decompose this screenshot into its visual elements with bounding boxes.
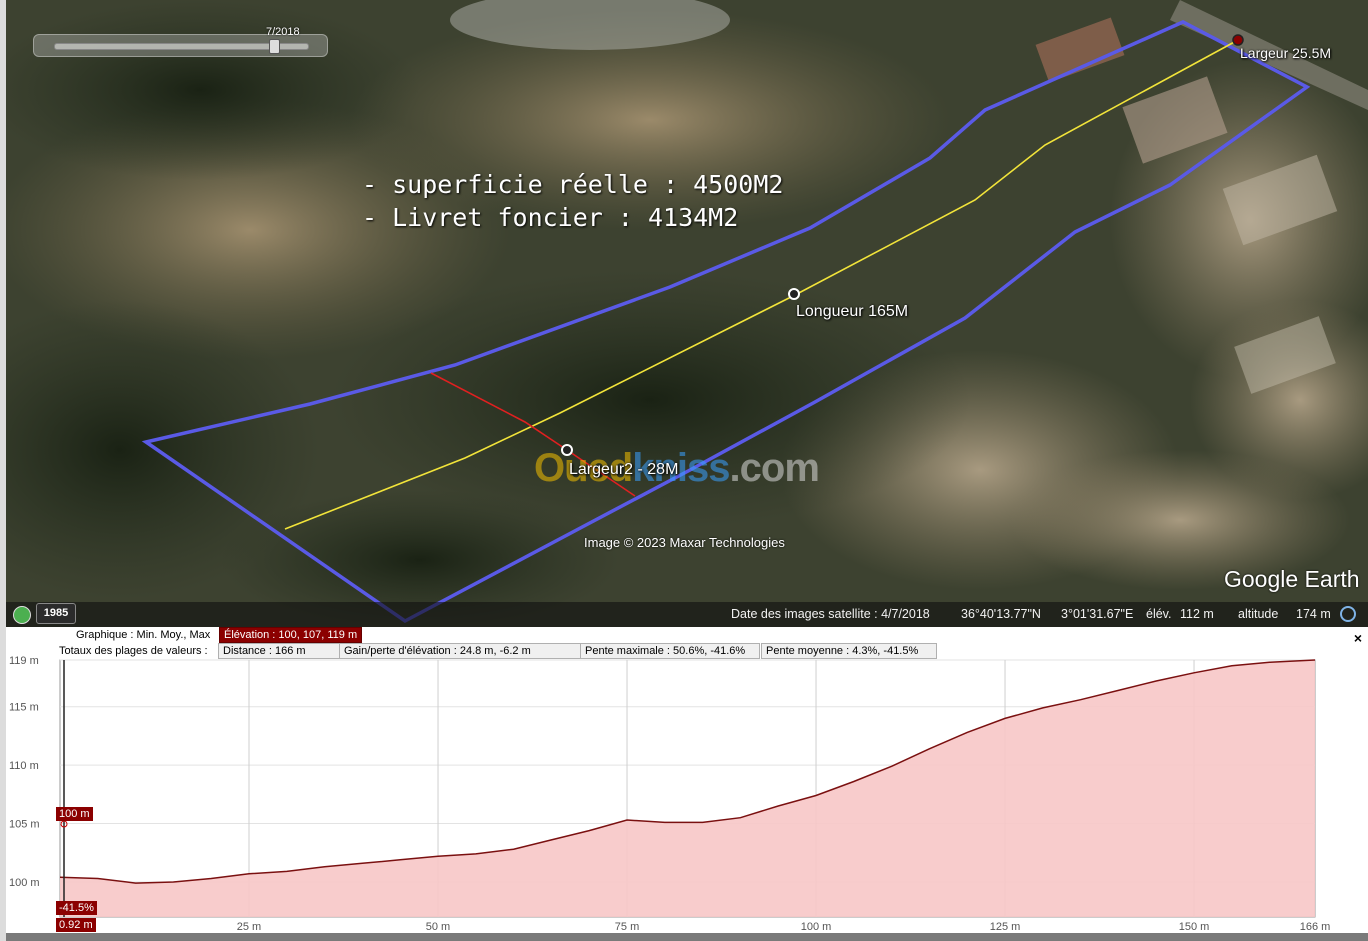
- window-bottom-edge: [0, 933, 1368, 941]
- cursor-distance: 0.92 m: [56, 918, 96, 932]
- y-tick-label: 110 m: [9, 760, 39, 772]
- x-tick-label: 50 m: [426, 921, 450, 933]
- x-axis-ticks: 25 m 50 m 75 m 100 m 125 m 150 m 166 m: [237, 921, 1331, 933]
- window-left-edge: [0, 0, 6, 941]
- x-tick-label: 75 m: [615, 921, 639, 933]
- cursor-slope: -41.5%: [56, 901, 97, 915]
- y-tick-label: 105 m: [9, 819, 40, 831]
- x-tick-label: 166 m: [1300, 921, 1331, 933]
- y-tick-label: 100 m: [9, 877, 40, 889]
- elevation-profile-chart[interactable]: 100 m 105 m 110 m 115 m 119 m 25 m 50 m 75 m 10…: [0, 0, 1368, 941]
- x-tick-label: 100 m: [801, 921, 832, 933]
- y-tick-label: 115 m: [9, 702, 39, 714]
- cursor-elevation: 100 m: [56, 807, 93, 821]
- y-axis-ticks: 100 m 105 m 110 m 115 m 119 m: [9, 655, 40, 889]
- x-tick-label: 125 m: [990, 921, 1021, 933]
- y-tick-label: 119 m: [9, 655, 39, 667]
- x-tick-label: 150 m: [1179, 921, 1210, 933]
- x-tick-label: 25 m: [237, 921, 261, 933]
